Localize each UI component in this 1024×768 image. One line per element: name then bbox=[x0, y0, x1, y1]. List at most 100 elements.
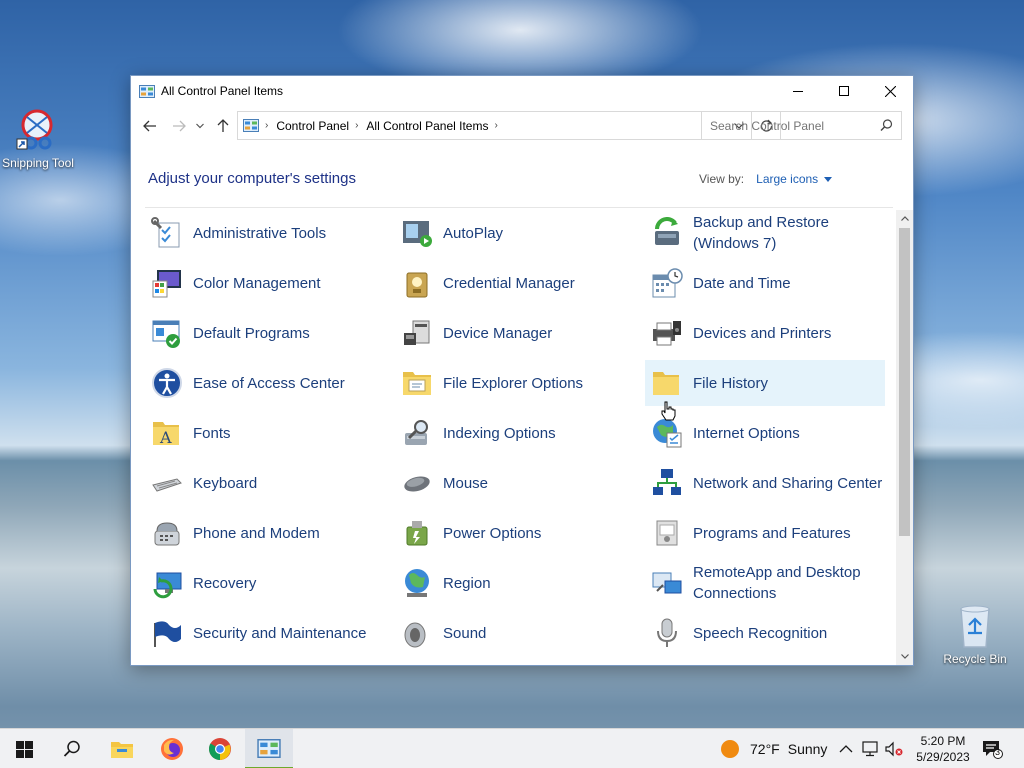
cp-item-network-and-sharing-center[interactable]: Network and Sharing Center bbox=[645, 460, 885, 506]
recent-locations-button[interactable] bbox=[194, 116, 206, 136]
forward-button[interactable] bbox=[169, 116, 189, 136]
devices-printers-icon bbox=[651, 317, 683, 349]
ease-of-access-icon bbox=[151, 367, 183, 399]
cp-item-label: Phone and Modem bbox=[193, 524, 320, 542]
vertical-scrollbar[interactable] bbox=[896, 210, 913, 665]
search-button[interactable] bbox=[48, 729, 96, 768]
cp-item-security-and-maintenance[interactable]: Security and Maintenance bbox=[145, 610, 385, 656]
cp-item-phone-and-modem[interactable]: Phone and Modem bbox=[145, 510, 385, 556]
cp-item-label: Color Management bbox=[193, 274, 321, 292]
sound-icon bbox=[401, 617, 433, 649]
file-explorer-button[interactable] bbox=[98, 729, 146, 768]
search-icon bbox=[63, 740, 80, 757]
cp-item-indexing-options[interactable]: Indexing Options bbox=[395, 410, 635, 456]
control-panel-icon bbox=[243, 119, 259, 132]
cp-item-keyboard[interactable]: Keyboard bbox=[145, 460, 385, 506]
cp-item-devices-and-printers[interactable]: Devices and Printers bbox=[645, 310, 885, 356]
cp-item-label: Region bbox=[443, 574, 491, 592]
cp-item-backup-and-restore-windows-7[interactable]: Backup and Restore (Windows 7) bbox=[645, 210, 885, 256]
scroll-thumb[interactable] bbox=[899, 228, 910, 536]
cp-item-label: Internet Options bbox=[693, 424, 800, 442]
cp-item-date-and-time[interactable]: Date and Time bbox=[645, 260, 885, 306]
device-manager-icon bbox=[401, 317, 433, 349]
cp-item-label: Recovery bbox=[193, 574, 257, 592]
default-programs-icon bbox=[151, 317, 183, 349]
cp-item-credential-manager[interactable]: Credential Manager bbox=[395, 260, 635, 306]
cp-item-file-explorer-options[interactable]: File Explorer Options bbox=[395, 360, 635, 406]
breadcrumb-all-items[interactable]: All Control Panel Items bbox=[366, 119, 488, 133]
scroll-down-button[interactable] bbox=[896, 648, 913, 665]
chrome-button[interactable] bbox=[196, 729, 244, 768]
notification-count: 3 bbox=[995, 747, 1001, 757]
up-button[interactable] bbox=[213, 116, 233, 136]
cp-item-region[interactable]: Region bbox=[395, 560, 635, 606]
minimize-button[interactable] bbox=[775, 76, 821, 106]
search-input[interactable] bbox=[710, 118, 870, 133]
control-panel-icon bbox=[139, 84, 155, 98]
view-by-dropdown[interactable]: Large icons bbox=[756, 172, 833, 186]
address-bar[interactable]: › Control Panel › All Control Panel Item… bbox=[237, 111, 781, 140]
view-by-control: View by: Large icons bbox=[699, 172, 833, 186]
title-bar[interactable]: All Control Panel Items bbox=[131, 76, 913, 106]
cp-item-default-programs[interactable]: Default Programs bbox=[145, 310, 385, 356]
cp-item-ease-of-access-center[interactable]: Ease of Access Center bbox=[145, 360, 385, 406]
cp-item-speech-recognition[interactable]: Speech Recognition bbox=[645, 610, 885, 656]
keyboard-icon bbox=[151, 467, 183, 499]
control-panel-taskbar-button[interactable] bbox=[245, 729, 293, 768]
cp-item-label: Device Manager bbox=[443, 324, 553, 342]
control-panel-window: All Control Panel Items › Control Panel … bbox=[130, 75, 914, 666]
navigation-bar: › Control Panel › All Control Panel Item… bbox=[131, 106, 913, 146]
cp-item-label: AutoPlay bbox=[443, 224, 504, 242]
start-button[interactable] bbox=[0, 729, 48, 768]
cp-item-label: Security and Maintenance bbox=[193, 624, 367, 642]
cp-item-fonts[interactable]: A Fonts bbox=[145, 410, 385, 456]
cp-item-sound[interactable]: Sound bbox=[395, 610, 635, 656]
cp-item-label: Power Options bbox=[443, 524, 542, 542]
clock[interactable]: 5:20 PM 5/29/2023 bbox=[908, 733, 978, 765]
search-box[interactable] bbox=[701, 111, 902, 140]
cp-item-label: Administrative Tools bbox=[193, 224, 327, 242]
cp-item-file-history[interactable]: File History bbox=[645, 360, 885, 406]
cp-item-administrative-tools[interactable]: Administrative Tools bbox=[145, 210, 385, 256]
backup-restore-icon bbox=[651, 217, 683, 249]
close-button[interactable] bbox=[867, 76, 913, 106]
back-button[interactable] bbox=[140, 116, 160, 136]
view-by-value[interactable]: Large icons bbox=[756, 172, 818, 186]
chevron-down-icon bbox=[900, 654, 909, 659]
cp-item-mouse[interactable]: Mouse bbox=[395, 460, 635, 506]
remoteapp-icon bbox=[651, 567, 683, 599]
desktop-icon-snipping-tool[interactable]: Snipping Tool bbox=[0, 106, 80, 170]
maximize-button[interactable] bbox=[821, 76, 867, 106]
page-title: Adjust your computer's settings bbox=[148, 170, 356, 187]
cp-item-autoplay[interactable]: AutoPlay bbox=[395, 210, 635, 256]
chrome-icon bbox=[209, 738, 231, 760]
internet-options-icon bbox=[651, 417, 683, 449]
cp-item-internet-options[interactable]: Internet Options bbox=[645, 410, 885, 456]
chevron-right-icon[interactable]: › bbox=[355, 120, 358, 131]
svg-text:A: A bbox=[159, 428, 172, 447]
cp-item-device-manager[interactable]: Device Manager bbox=[395, 310, 635, 356]
cp-item-recovery[interactable]: Recovery bbox=[145, 560, 385, 606]
chevron-right-icon[interactable]: › bbox=[494, 120, 497, 131]
cp-item-label: Date and Time bbox=[693, 274, 791, 292]
folder-options-icon bbox=[401, 367, 433, 399]
cp-item-label: Sound bbox=[443, 624, 487, 642]
search-icon[interactable] bbox=[880, 119, 893, 132]
scroll-up-button[interactable] bbox=[896, 210, 913, 227]
notifications-button[interactable]: 3 bbox=[970, 729, 1014, 768]
cp-item-color-management[interactable]: Color Management bbox=[145, 260, 385, 306]
cp-item-programs-and-features[interactable]: Programs and Features bbox=[645, 510, 885, 556]
cp-item-remoteapp-and-desktop-connections[interactable]: RemoteApp and Desktop Connections bbox=[645, 560, 885, 606]
cp-item-label: RemoteApp and Desktop Connections bbox=[693, 564, 861, 602]
volume-muted-icon[interactable] bbox=[885, 741, 903, 757]
desktop-icon-recycle-bin[interactable]: Recycle Bin bbox=[933, 602, 1017, 666]
breadcrumb-control-panel[interactable]: Control Panel bbox=[276, 119, 349, 133]
network-icon[interactable] bbox=[861, 741, 879, 757]
chevron-up-icon[interactable] bbox=[839, 744, 853, 754]
chevron-right-icon[interactable]: › bbox=[265, 120, 268, 131]
firefox-button[interactable] bbox=[148, 729, 196, 768]
cp-item-power-options[interactable]: Power Options bbox=[395, 510, 635, 556]
weather-widget[interactable]: 72°F Sunny bbox=[720, 729, 827, 768]
clock-date: 5/29/2023 bbox=[916, 750, 970, 764]
cp-item-label: Mouse bbox=[443, 474, 489, 492]
